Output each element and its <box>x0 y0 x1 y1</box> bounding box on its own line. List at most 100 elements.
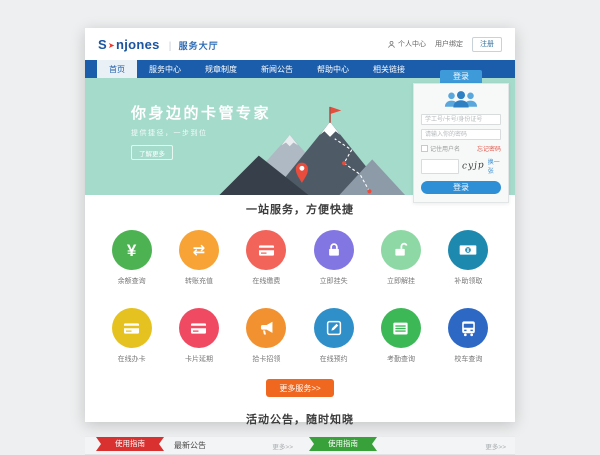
service-item[interactable]: 在线办卡 <box>98 308 165 364</box>
service-icon-circle: ¥ <box>448 230 488 270</box>
service-icon-circle <box>381 230 421 270</box>
service-label: 在线办卡 <box>98 354 165 364</box>
service-item[interactable]: ¥ 补助领取 <box>435 230 502 286</box>
edit-icon <box>325 319 343 337</box>
register-button[interactable]: 注册 <box>472 37 502 52</box>
service-item[interactable]: 考勤查询 <box>367 308 434 364</box>
service-label: 在线缴费 <box>233 276 300 286</box>
svg-text:¥: ¥ <box>467 248 470 254</box>
service-icon-circle <box>448 308 488 348</box>
service-label: 考勤查询 <box>367 354 434 364</box>
nav-item[interactable]: 首页 <box>97 60 137 78</box>
service-item[interactable]: 拾卡招领 <box>233 308 300 364</box>
service-label: 立即挂失 <box>300 276 367 286</box>
captcha-image[interactable]: cyjp <box>462 160 485 171</box>
service-label: 转账充值 <box>165 276 232 286</box>
service-item[interactable]: 校车查询 <box>435 308 502 364</box>
login-panel: 登录 记住用户名 忘记密码 cyjp 换一张 登录 <box>413 70 509 203</box>
services-title: 一站服务，方便快捷 <box>85 201 515 217</box>
announcements-left-panel: 使用指南 最新公告 更多>> <box>94 437 293 454</box>
captcha-input[interactable] <box>421 159 459 174</box>
bus-icon <box>459 319 478 338</box>
service-label: 校车查询 <box>435 354 502 364</box>
logo-text-prefix: S <box>98 37 107 52</box>
user-icon <box>387 40 396 49</box>
remember-checkbox[interactable] <box>421 145 428 152</box>
hero-cta-button[interactable]: 了解更多 <box>131 145 173 160</box>
announcements-right-panel: 使用指南 更多>> <box>307 437 506 454</box>
flag-icon <box>331 107 342 114</box>
guide-ribbon-green[interactable]: 使用指南 <box>317 437 369 451</box>
service-label: 补助领取 <box>435 276 502 286</box>
service-label: 拾卡招领 <box>233 354 300 364</box>
service-label: 立即解挂 <box>367 276 434 286</box>
service-item[interactable]: 立即挂失 <box>300 230 367 286</box>
captcha-row: cyjp 换一张 <box>421 157 501 175</box>
nav-item[interactable]: 相关链接 <box>361 60 417 78</box>
service-icon-circle <box>314 230 354 270</box>
login-tab[interactable]: 登录 <box>440 70 482 83</box>
service-item[interactable]: 在线缴费 <box>233 230 300 286</box>
brand-logo[interactable]: S➤njones | 服务大厅 <box>98 37 219 52</box>
yen-icon: ¥ <box>127 242 136 259</box>
nav-item[interactable]: 规章制度 <box>193 60 249 78</box>
guide-ribbon-red[interactable]: 使用指南 <box>104 437 156 451</box>
login-submit-button[interactable]: 登录 <box>421 181 501 194</box>
service-icon-circle <box>246 308 286 348</box>
personal-center-link[interactable]: 个人中心 <box>387 39 426 49</box>
service-label: 在线预约 <box>300 354 367 364</box>
user-bind-link[interactable]: 用户绑定 <box>435 39 463 49</box>
nav-item[interactable]: 服务中心 <box>137 60 193 78</box>
lock-icon <box>325 241 343 259</box>
mountain-illustration <box>213 105 418 195</box>
nav-item[interactable]: 帮助中心 <box>305 60 361 78</box>
announcements-title: 活动公告，随时知晓 <box>85 411 515 427</box>
logo-text-rest: njones <box>116 37 160 52</box>
left-more-link[interactable]: 更多>> <box>272 441 293 451</box>
transfer-arrows-icon: ⇄ <box>193 243 206 258</box>
logo-divider: | <box>169 41 172 52</box>
service-icon-circle <box>179 308 219 348</box>
service-label: 余额查询 <box>98 276 165 286</box>
right-more-link[interactable]: 更多>> <box>485 441 506 451</box>
services-section: 一站服务，方便快捷 ¥ 余额查询 ⇄ 转账充值 在线缴费 立即挂失 立即解挂 <box>85 195 515 397</box>
login-options: 记住用户名 忘记密码 <box>421 144 501 153</box>
user-bind-label: 用户绑定 <box>435 39 463 49</box>
service-item[interactable]: 立即解挂 <box>367 230 434 286</box>
service-label: 卡片延期 <box>165 354 232 364</box>
service-icon-circle <box>112 308 152 348</box>
nav-item-label: 帮助中心 <box>317 64 349 75</box>
account-input[interactable] <box>421 114 501 125</box>
services-grid: ¥ 余额查询 ⇄ 转账充值 在线缴费 立即挂失 立即解挂 ¥ 补助领取 <box>98 230 502 364</box>
page-card: S➤njones | 服务大厅 个人中心 用户绑定 注册 首页 服务中心 规章制… <box>85 28 515 422</box>
nav-item-label: 服务中心 <box>149 64 181 75</box>
service-icon-circle <box>246 230 286 270</box>
remember-label: 记住用户名 <box>430 144 460 153</box>
password-input[interactable] <box>421 129 501 140</box>
service-item[interactable]: ⇄ 转账充值 <box>165 230 232 286</box>
service-item[interactable]: 卡片延期 <box>165 308 232 364</box>
logo-arrow-icon: ➤ <box>108 41 115 50</box>
service-item[interactable]: 在线预约 <box>300 308 367 364</box>
service-icon-circle <box>381 308 421 348</box>
announcements-section: 活动公告，随时知晓 使用指南 最新公告 更多>> 使用指南 更多>> <box>85 411 515 455</box>
more-services-button[interactable]: 更多服务>> <box>266 379 333 397</box>
site-header: S➤njones | 服务大厅 个人中心 用户绑定 注册 <box>85 28 515 60</box>
login-form: 记住用户名 忘记密码 cyjp 换一张 登录 <box>413 83 509 203</box>
card-icon <box>122 319 141 338</box>
flag-pole <box>329 107 330 123</box>
topbar-links: 个人中心 用户绑定 注册 <box>387 37 502 52</box>
nav-item[interactable]: 新闻公告 <box>249 60 305 78</box>
megaphone-icon <box>257 319 276 338</box>
service-item[interactable]: ¥ 余额查询 <box>98 230 165 286</box>
service-icon-circle: ⇄ <box>179 230 219 270</box>
unlock-icon <box>392 241 410 259</box>
users-icon <box>442 90 480 109</box>
latest-news-tab[interactable]: 最新公告 <box>174 440 206 451</box>
list-icon <box>391 319 410 338</box>
captcha-refresh-link[interactable]: 换一张 <box>488 157 501 175</box>
nav-item-label: 首页 <box>109 64 125 75</box>
app-name: 服务大厅 <box>179 39 219 52</box>
forgot-password-link[interactable]: 忘记密码 <box>477 144 501 153</box>
service-icon-circle: ¥ <box>112 230 152 270</box>
